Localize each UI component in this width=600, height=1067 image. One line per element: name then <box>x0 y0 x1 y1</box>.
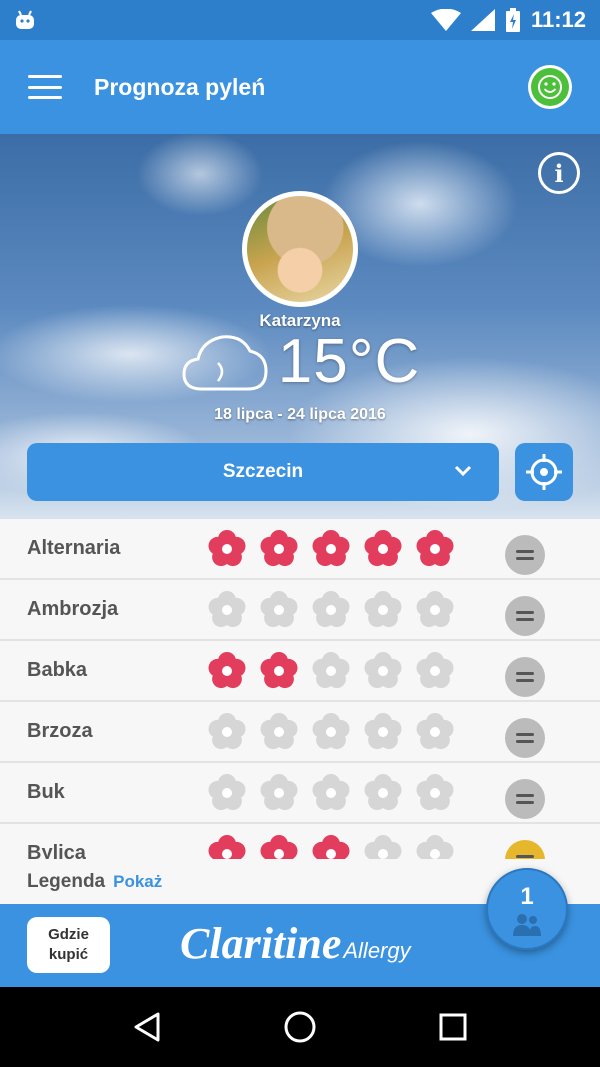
hero-header: i Katarzyna 15°C 18 lipca - 24 lipca 201… <box>0 134 600 519</box>
android-icon <box>16 10 34 29</box>
recents-icon[interactable] <box>436 1010 470 1044</box>
pollen-row[interactable]: Babka <box>0 641 600 702</box>
where-to-buy-line1: Gdzie <box>48 926 89 943</box>
flower-icon <box>312 651 350 688</box>
flower-icon <box>416 834 454 859</box>
flower-icon <box>312 712 350 749</box>
pollen-level <box>207 590 455 630</box>
brand-main: Claritine <box>180 919 342 968</box>
page-title: Prognoza pyleń <box>94 73 266 100</box>
pollen-name: Buk <box>27 781 65 803</box>
city-select-label: Szczecin <box>222 461 304 482</box>
equal-icon <box>505 718 545 758</box>
menu-icon[interactable] <box>28 75 62 99</box>
app-bar: Prognoza pyleń <box>0 40 600 134</box>
pollen-level <box>207 529 455 569</box>
pollen-level <box>207 773 455 813</box>
flower-icon <box>364 834 402 859</box>
where-to-buy-line2: kupić <box>48 946 89 963</box>
equal-icon <box>505 657 545 697</box>
locate-button[interactable] <box>515 443 573 501</box>
pollen-row[interactable]: Bylica <box>0 824 600 859</box>
avatar[interactable] <box>242 191 358 307</box>
family-count: 1 <box>520 883 534 910</box>
flower-icon <box>416 773 454 810</box>
status-bar: 11:12 <box>0 0 600 40</box>
flower-icon <box>208 651 246 688</box>
legend-show-link[interactable]: Pokaż <box>113 872 162 892</box>
pollen-list[interactable]: Alternaria Ambrozja Babka Brzoza Buk Bylica <box>0 519 600 859</box>
flower-icon <box>364 651 402 688</box>
flower-icon <box>260 834 298 859</box>
equal-icon <box>505 535 545 575</box>
flower-icon <box>364 712 402 749</box>
flower-icon <box>208 834 246 859</box>
mood-button[interactable] <box>528 65 572 109</box>
flower-icon <box>364 590 402 627</box>
flower-icon <box>312 529 350 566</box>
pollen-name: Brzoza <box>27 720 93 742</box>
smile-icon <box>538 75 562 99</box>
flower-icon <box>416 651 454 688</box>
wifi-icon <box>430 9 461 31</box>
battery-icon <box>505 8 520 32</box>
signal-icon <box>470 9 495 31</box>
flower-icon <box>260 773 298 810</box>
flower-icon <box>364 773 402 810</box>
flower-icon <box>260 712 298 749</box>
legend-label: Legenda <box>27 870 106 892</box>
flower-icon <box>260 590 298 627</box>
flower-icon <box>208 773 246 810</box>
flower-icon <box>312 834 350 859</box>
pollen-row[interactable]: Ambrozja <box>0 580 600 641</box>
temperature: 15°C <box>277 327 421 396</box>
chevron-down-icon <box>454 465 472 477</box>
pollen-row[interactable]: Brzoza <box>0 702 600 763</box>
flower-icon <box>416 590 454 627</box>
flower-icon <box>416 529 454 566</box>
users-icon <box>513 914 541 936</box>
pollen-row[interactable]: Buk <box>0 763 600 824</box>
flower-icon <box>312 590 350 627</box>
flower-icon <box>208 529 246 566</box>
pollen-name: Ambrozja <box>27 598 119 620</box>
equal-icon <box>505 779 545 819</box>
pollen-level <box>207 834 455 859</box>
flower-icon <box>364 529 402 566</box>
home-icon[interactable] <box>283 1010 317 1044</box>
pollen-name: Babka <box>27 659 88 681</box>
brand-sub: Allergy <box>343 938 411 963</box>
weather: 15°C <box>0 326 600 397</box>
equal-icon <box>505 596 545 636</box>
brand-logo[interactable]: ClaritineAllergy <box>180 918 411 969</box>
pollen-name: Alternaria <box>27 537 121 559</box>
equal-icon <box>505 840 545 859</box>
pollen-level <box>207 712 455 752</box>
date-range: 18 lipca - 24 lipca 2016 <box>214 406 386 423</box>
flower-icon <box>312 773 350 810</box>
back-icon[interactable] <box>130 1010 164 1044</box>
where-to-buy-button[interactable]: Gdzie kupić <box>27 917 110 973</box>
flower-icon <box>208 590 246 627</box>
pollen-name: Bylica <box>27 842 86 859</box>
family-button[interactable]: 1 <box>486 868 568 950</box>
info-icon[interactable]: i <box>538 152 580 194</box>
flower-icon <box>260 651 298 688</box>
pollen-level <box>207 651 455 691</box>
flower-icon <box>208 712 246 749</box>
pollen-row[interactable]: Alternaria <box>0 519 600 580</box>
clock: 11:12 <box>530 7 586 32</box>
cloud-moon-icon <box>182 334 268 390</box>
flower-icon <box>260 529 298 566</box>
system-nav-bar <box>0 987 600 1067</box>
locate-icon <box>526 454 562 490</box>
flower-icon <box>416 712 454 749</box>
city-select[interactable]: Szczecin <box>27 443 499 501</box>
